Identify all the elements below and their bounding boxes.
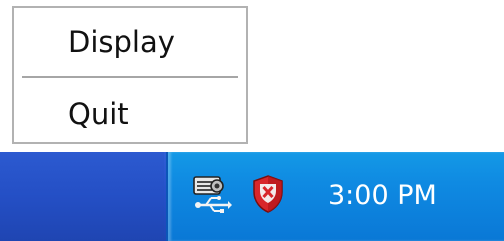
security-alert-shield-icon[interactable]	[248, 174, 288, 214]
display-menu-item-label: Display	[68, 25, 175, 59]
taskbar-clock[interactable]: 3:00 PM	[328, 176, 437, 216]
display-menu-item[interactable]: Display	[14, 22, 246, 66]
usb-device-icon[interactable]	[192, 174, 232, 214]
taskbar-empty-area	[0, 152, 164, 241]
menu-separator	[22, 76, 238, 78]
quit-menu-item[interactable]: Quit	[14, 94, 246, 138]
taskbar: 3:00 PM	[0, 152, 504, 241]
tray-context-menu: Display Quit	[12, 6, 248, 144]
notification-area: 3:00 PM	[166, 152, 504, 241]
quit-menu-item-label: Quit	[68, 97, 129, 131]
